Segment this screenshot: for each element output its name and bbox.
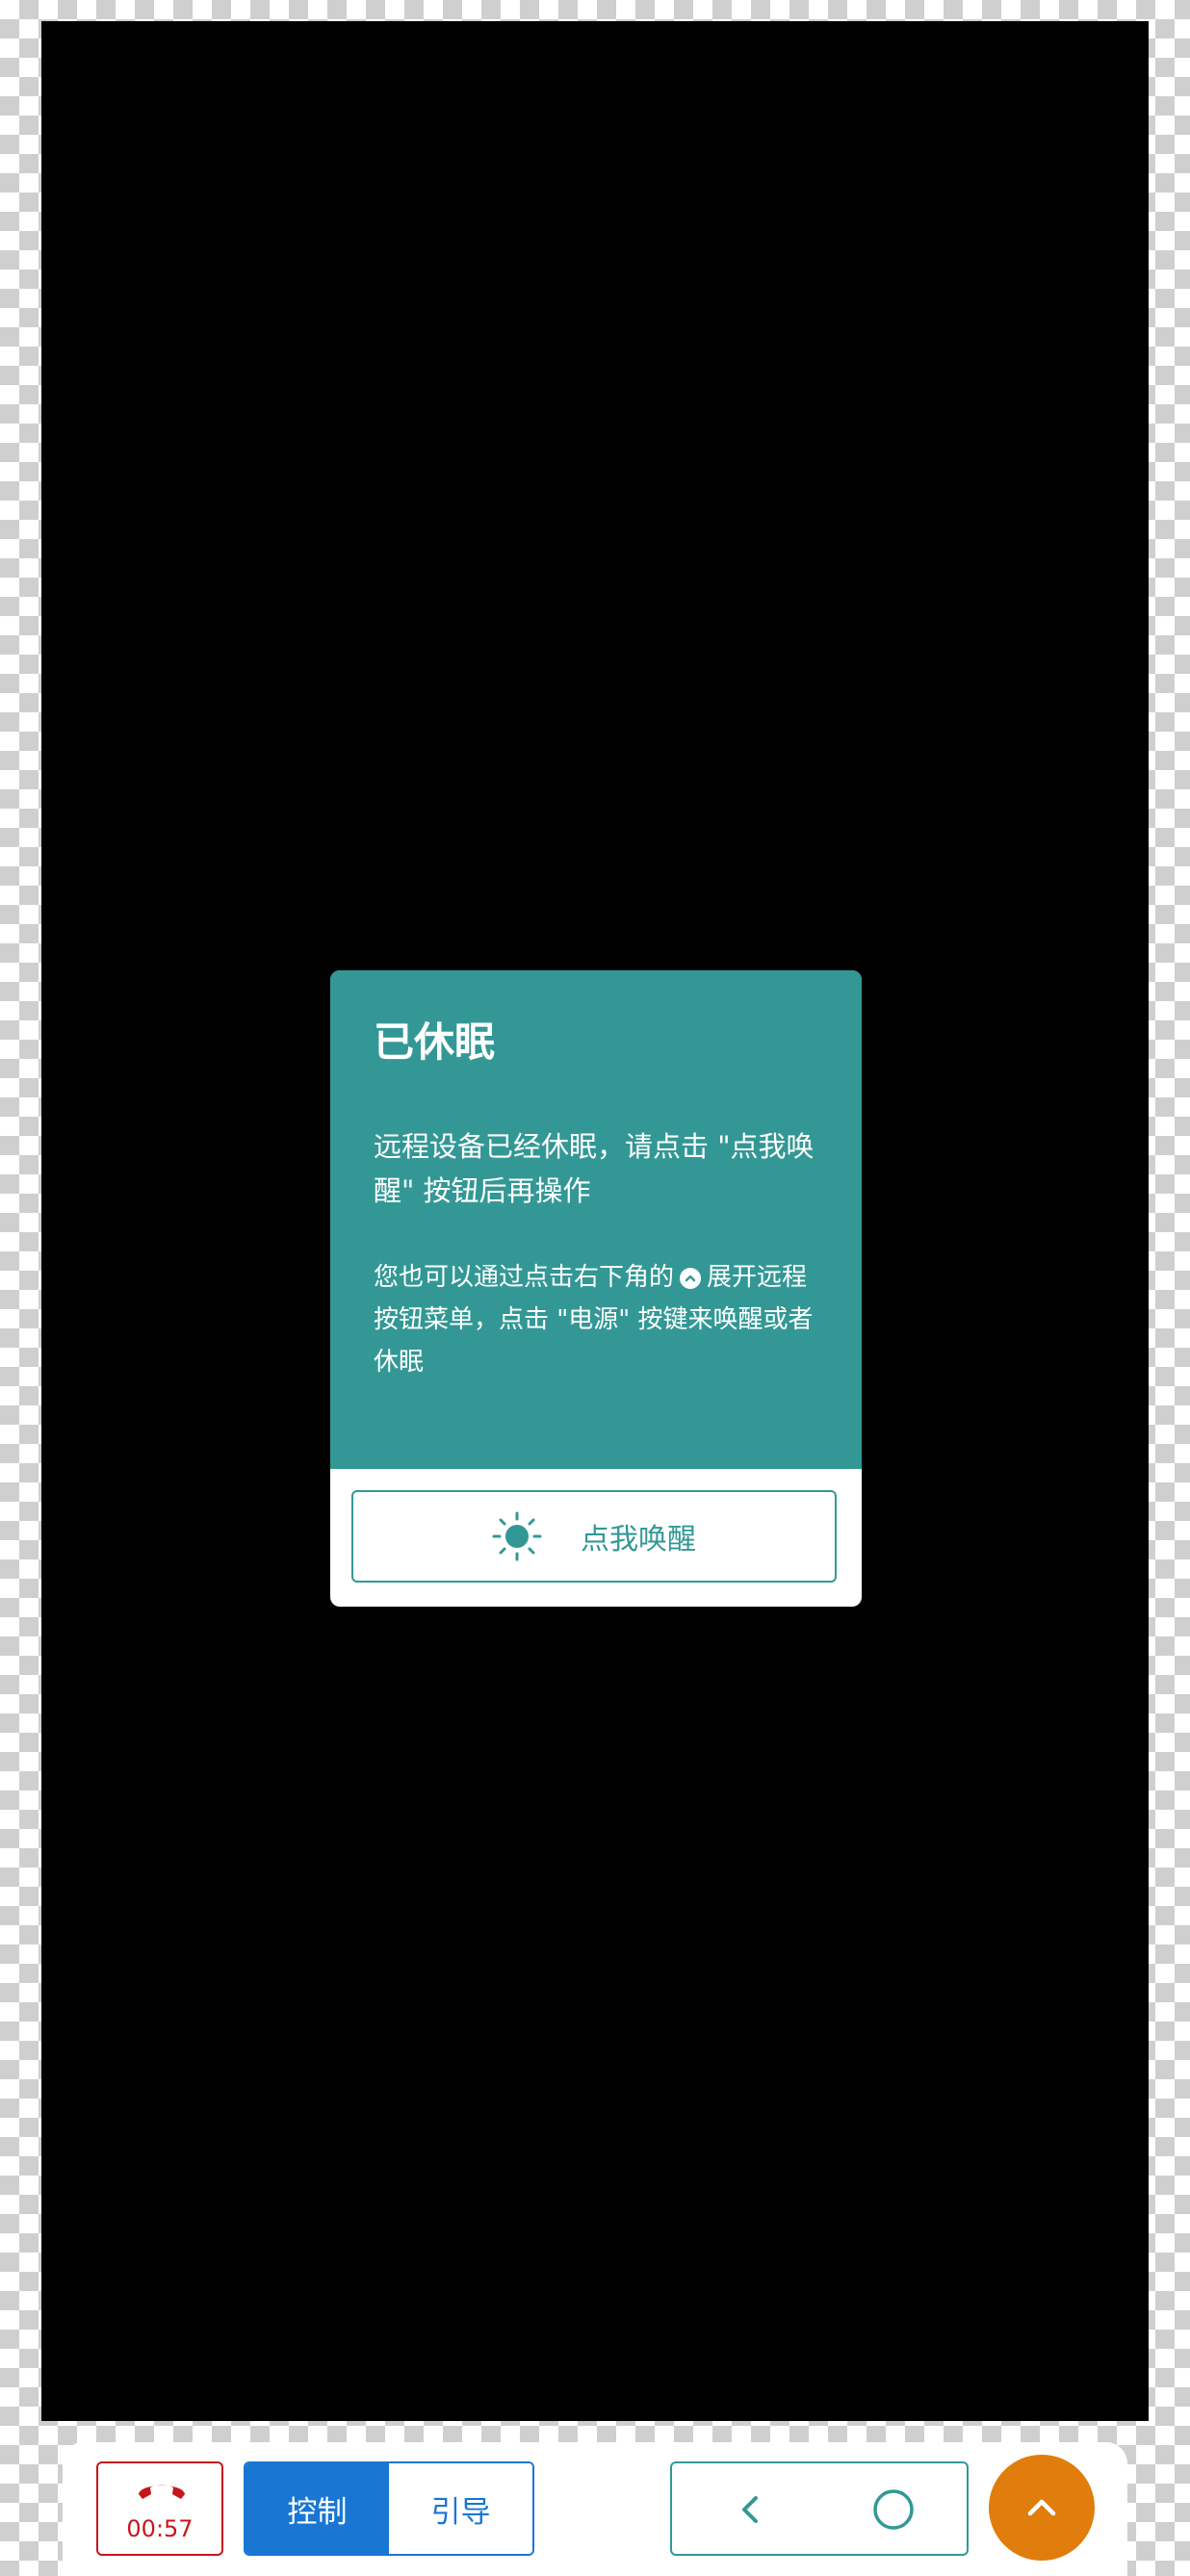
expand-menu-icon (680, 1267, 702, 1289)
dialog-message: 远程设备已经休眠，请点击 "点我唤醒" 按钮后再操作 (374, 1130, 815, 1207)
dialog-title: 已休眠 (374, 1018, 496, 1066)
dialog-hint-before: 您也可以通过点击右下角的 (374, 1263, 675, 1292)
mode-switch: 控制 引导 (244, 2461, 534, 2556)
dialog-hint: 您也可以通过点击右下角的 展开远程按钮菜单，点击 "电源" 按键来唤醒或者休眠 (374, 1256, 826, 1383)
hang-up-button[interactable]: 00:57 (96, 2461, 223, 2556)
wake-up-button-label: 点我唤醒 (581, 1523, 696, 1557)
home-icon[interactable] (872, 2488, 915, 2531)
dialog-header-panel: 已休眠 远程设备已经休眠，请点击 "点我唤醒" 按钮后再操作 您也可以通过点击右… (330, 970, 862, 1469)
back-icon[interactable] (730, 2488, 772, 2531)
expand-menu-button[interactable] (989, 2455, 1095, 2561)
wake-up-button[interactable]: 点我唤醒 (351, 1490, 837, 1583)
bottom-toolbar: 00:57 控制 引导 (63, 2442, 1127, 2576)
tab-control[interactable]: 控制 (246, 2463, 389, 2554)
sleep-dialog: 已休眠 远程设备已经休眠，请点击 "点我唤醒" 按钮后再操作 您也可以通过点击右… (330, 970, 862, 1607)
tab-guide[interactable]: 引导 (389, 2463, 532, 2554)
call-timer: 00:57 (126, 2515, 194, 2542)
chevron-up-icon (1027, 2499, 1056, 2516)
hang-up-phone-icon (139, 2485, 185, 2499)
sun-icon (492, 1511, 542, 1561)
navigation-buttons (670, 2461, 969, 2556)
